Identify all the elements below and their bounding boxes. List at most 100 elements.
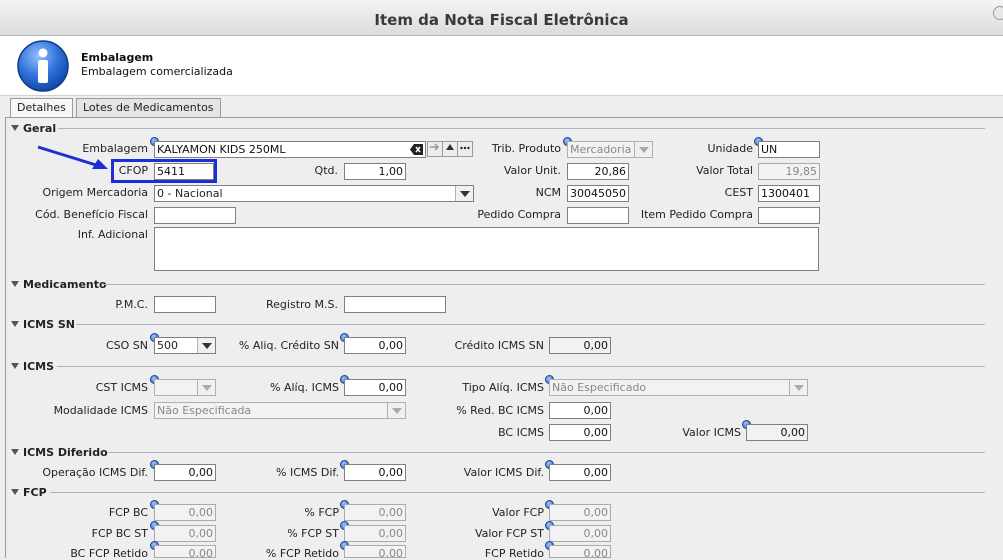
section-icms-sn-label: ICMS SN <box>23 318 75 331</box>
fcp-perc-retido-label: % FCP Retido <box>265 547 339 560</box>
registro-label: Registro M.S. <box>266 298 338 311</box>
chevron-down-icon <box>197 380 215 395</box>
collapse-triangle-icon <box>11 281 19 287</box>
red-bc-field[interactable]: 0,00 <box>549 402 611 419</box>
tab-detalhes[interactable]: Detalhes <box>10 98 73 118</box>
ncm-label: NCM <box>535 186 561 199</box>
tipo-aliq-select[interactable]: Não Especificado <box>549 379 808 396</box>
fcp-perc-field[interactable]: 0,00 <box>344 504 406 521</box>
fcp-valor-st-field[interactable]: 0,00 <box>549 525 611 542</box>
cso-select[interactable]: 500 <box>154 337 216 354</box>
title-bar: Item da Nota Fiscal Eletrônica <box>0 0 1003 36</box>
fcp-retido-label: FCP Retido <box>484 547 544 560</box>
modalidade-select[interactable]: Não Especificada <box>154 402 406 419</box>
next-arrow-button[interactable] <box>427 141 443 157</box>
operacao-label: Operação ICMS Dif. <box>42 466 148 479</box>
qtd-label: Qtd. <box>314 164 338 177</box>
section-divider <box>103 284 985 285</box>
section-icms-sn[interactable]: ICMS SN <box>11 318 75 331</box>
section-medicamento[interactable]: Medicamento <box>11 278 107 291</box>
aliq-icms-field[interactable]: 0,00 <box>344 379 406 396</box>
section-fcp[interactable]: FCP <box>11 486 47 499</box>
valor-dif-field[interactable]: 0,00 <box>549 464 611 481</box>
fcp-perc-st-field[interactable]: 0,00 <box>344 525 406 542</box>
up-button[interactable] <box>442 141 458 157</box>
fcp-bc-field[interactable]: 0,00 <box>154 504 216 521</box>
pmc-field[interactable] <box>154 296 216 313</box>
cod-beneficio-label: Cód. Benefício Fiscal <box>35 208 148 221</box>
collapse-triangle-icon <box>11 125 19 131</box>
origem-label: Origem Mercadoria <box>42 186 148 199</box>
fcp-retido-field[interactable]: 0,00 <box>549 545 611 558</box>
fcp-valor-label: Valor FCP <box>492 506 544 519</box>
dialog-header: Embalagem Embalagem comercializada <box>0 36 1003 96</box>
section-icms-diferido-label: ICMS Diferido <box>23 446 108 459</box>
fcp-valor-field[interactable]: 0,00 <box>549 504 611 521</box>
bc-icms-field[interactable]: 0,00 <box>549 424 611 441</box>
clear-icon[interactable] <box>410 144 424 155</box>
valor-unit-field[interactable]: 20,86 <box>567 163 629 180</box>
collapse-triangle-icon <box>11 449 19 455</box>
registro-field[interactable] <box>344 296 446 313</box>
annotation-arrow-icon <box>37 145 108 169</box>
valor-icms-field: 0,00 <box>746 424 808 441</box>
tipo-aliq-value: Não Especificado <box>552 381 647 394</box>
credito-field: 0,00 <box>549 337 611 354</box>
section-divider <box>57 366 985 367</box>
item-pedido-label: Item Pedido Compra <box>640 208 753 221</box>
pedido-compra-field[interactable] <box>567 207 629 224</box>
modalidade-value: Não Especificada <box>157 404 252 417</box>
fcp-bc-retido-field[interactable]: 0,00 <box>154 545 216 558</box>
unidade-label: Unidade <box>707 142 753 155</box>
valor-total-field: 19,85 <box>758 163 820 180</box>
triangle-up-icon <box>446 144 454 150</box>
origem-value: 0 - Nacional <box>157 187 223 200</box>
section-icms-label: ICMS <box>23 360 55 373</box>
chevron-down-icon <box>455 186 473 201</box>
section-fcp-label: FCP <box>23 486 47 499</box>
trib-produto-select[interactable]: Mercadoria <box>567 141 653 158</box>
section-geral[interactable]: Geral <box>11 122 56 135</box>
section-icms-diferido[interactable]: ICMS Diferido <box>11 446 108 459</box>
pedido-compra-label: Pedido Compra <box>477 208 561 221</box>
valor-total-label: Valor Total <box>696 164 753 177</box>
fcp-bc-st-label: FCP BC ST <box>91 527 148 540</box>
inf-adicional-textarea[interactable] <box>154 227 819 271</box>
red-bc-label: % Red. BC ICMS <box>456 404 544 417</box>
section-icms[interactable]: ICMS <box>11 360 54 373</box>
cst-select[interactable] <box>154 379 216 396</box>
collapse-triangle-icon <box>11 489 19 495</box>
section-medicamento-label: Medicamento <box>23 278 107 291</box>
collapse-triangle-icon <box>11 363 19 369</box>
valor-dif-label: Valor ICMS Dif. <box>463 466 544 479</box>
aliq-icms-label: % Alíq. ICMS <box>270 381 339 394</box>
cso-value: 500 <box>157 339 178 352</box>
valor-icms-label: Valor ICMS <box>682 426 741 439</box>
fcp-valor-st-label: Valor FCP ST <box>474 527 544 540</box>
fcp-perc-label: % FCP <box>304 506 339 519</box>
fcp-bc-retido-label: BC FCP Retido <box>70 547 148 560</box>
perc-dif-field[interactable]: 0,00 <box>344 464 406 481</box>
operacao-field[interactable]: 0,00 <box>154 464 216 481</box>
cest-field[interactable]: 1300401 <box>758 185 820 202</box>
qtd-field[interactable]: 1,00 <box>344 163 406 180</box>
header-title: Embalagem <box>81 51 154 64</box>
fcp-bc-label: FCP BC <box>108 506 148 519</box>
cfop-highlight <box>111 159 217 183</box>
trib-produto-value: Mercadoria <box>570 143 632 156</box>
aliq-credito-field[interactable]: 0,00 <box>344 337 406 354</box>
embalagem-field[interactable]: KALYAMON KIDS 250ML <box>154 141 426 158</box>
origem-select[interactable]: 0 - Nacional <box>154 185 474 202</box>
unidade-field[interactable]: UN <box>758 141 820 158</box>
fcp-bc-st-field[interactable]: 0,00 <box>154 525 216 542</box>
tab-lotes-medicamentos[interactable]: Lotes de Medicamentos <box>76 98 221 117</box>
cod-beneficio-field[interactable] <box>154 207 236 224</box>
section-divider <box>108 452 985 453</box>
chevron-down-icon <box>387 403 405 418</box>
window-close-icon[interactable] <box>993 6 1003 20</box>
ncm-field[interactable]: 30045050 <box>567 185 629 202</box>
window-title: Item da Nota Fiscal Eletrônica <box>374 11 629 29</box>
item-pedido-field[interactable] <box>758 207 820 224</box>
fcp-perc-retido-field[interactable]: 0,00 <box>344 545 406 558</box>
section-divider <box>58 128 985 129</box>
